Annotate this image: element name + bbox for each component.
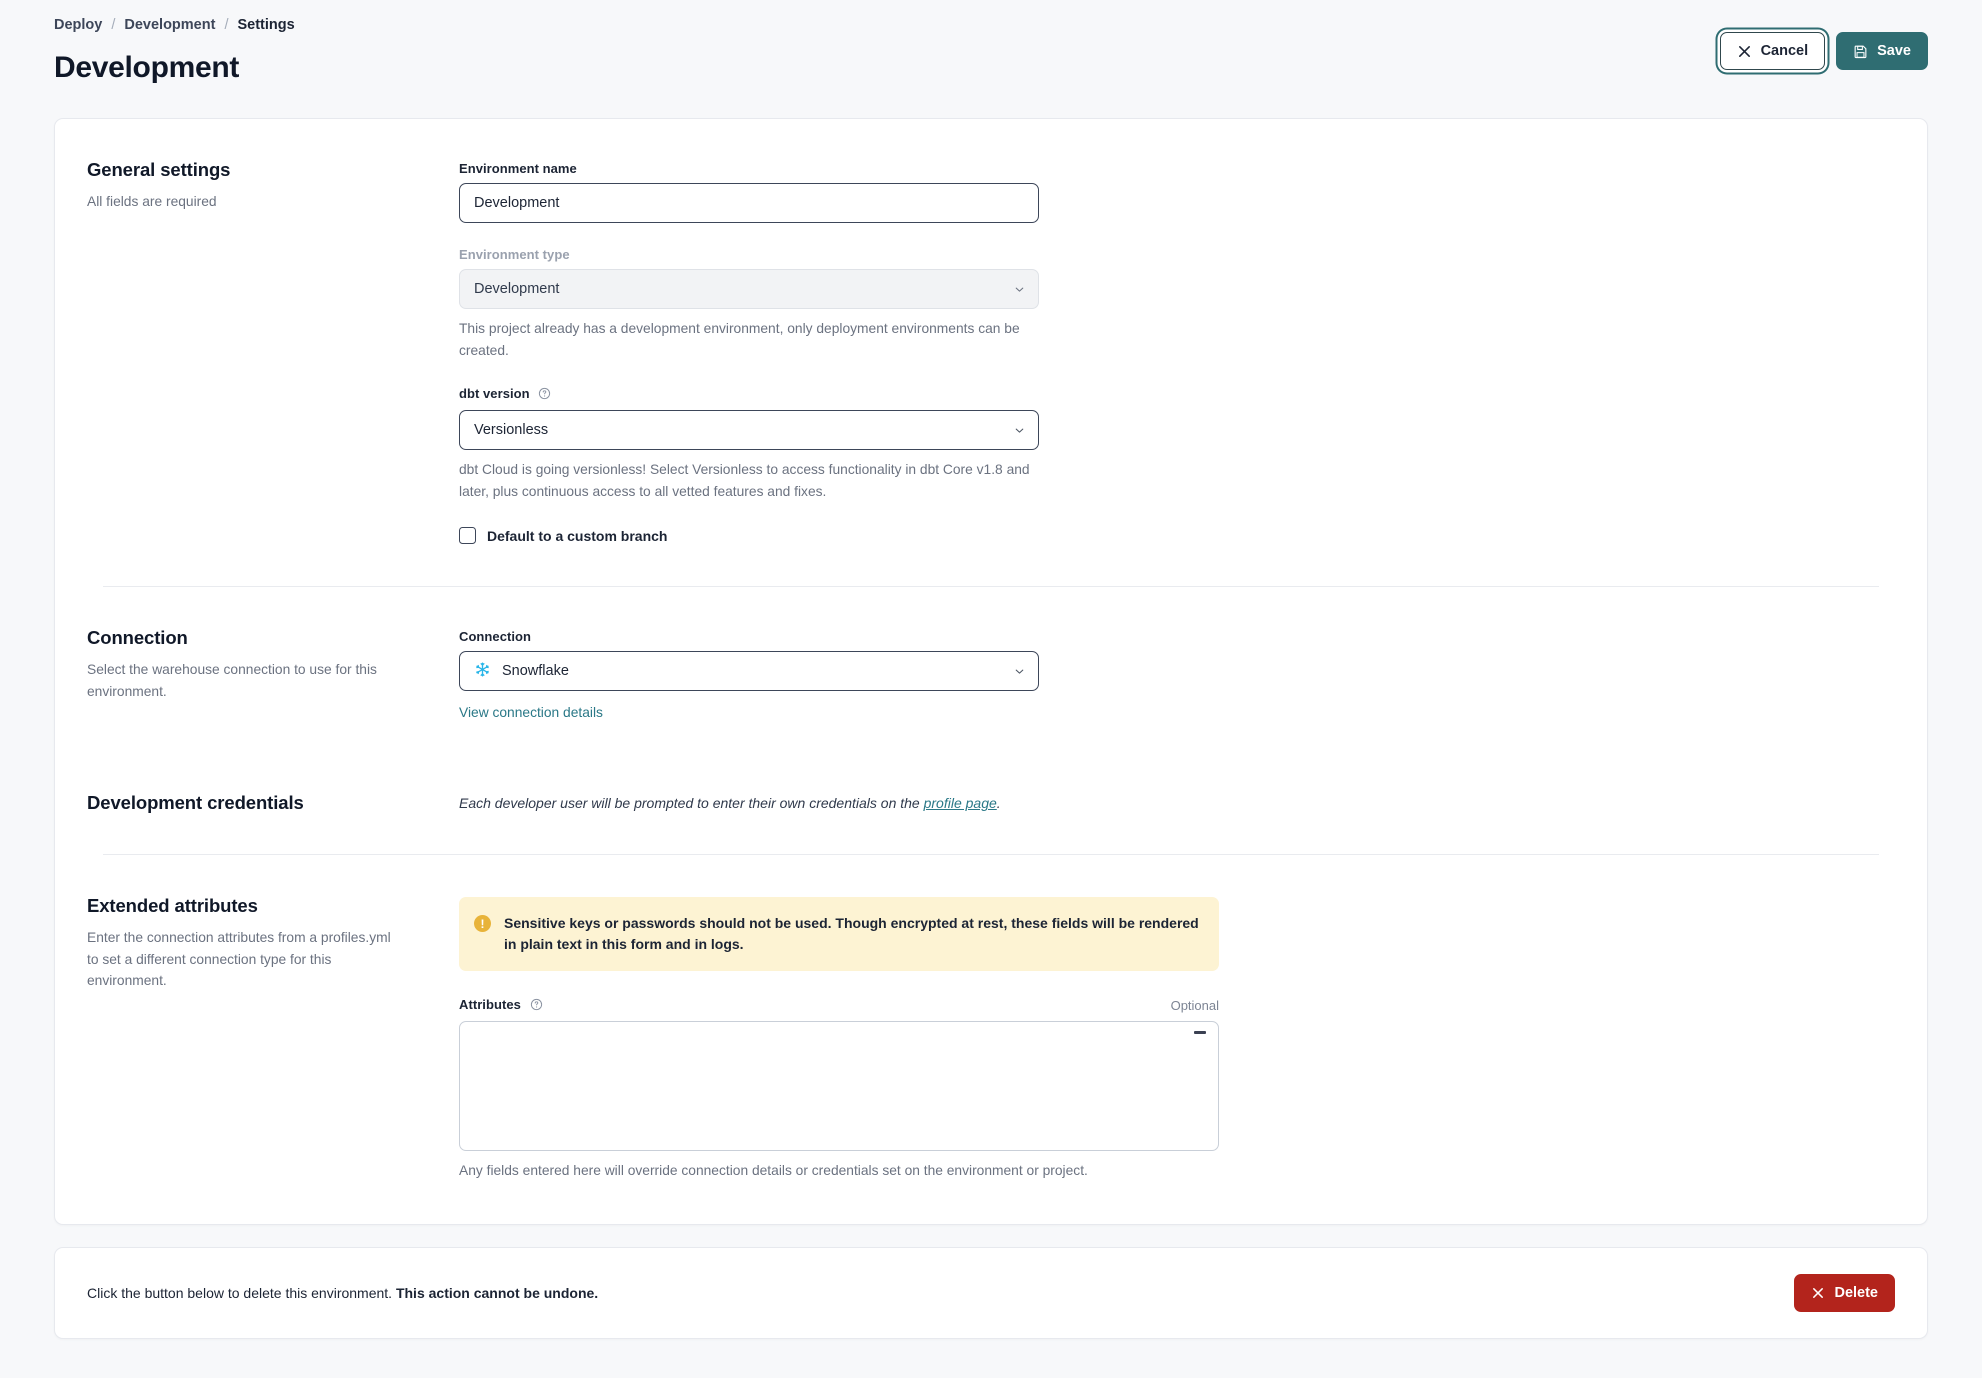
breadcrumb-separator: / <box>224 17 229 33</box>
close-icon <box>1811 1286 1825 1300</box>
connection-value: Snowflake <box>502 663 569 680</box>
section-extended-attributes: Extended attributes Enter the connection… <box>87 855 1895 1224</box>
profile-page-link[interactable]: profile page <box>924 795 997 811</box>
dbt-version-label-text: dbt version <box>459 386 530 402</box>
dbt-version-label: dbt version <box>459 386 1895 403</box>
delete-environment-card: Click the button below to delete this en… <box>54 1247 1928 1340</box>
attributes-optional-tag: Optional <box>1170 998 1219 1014</box>
chevron-down-icon <box>1013 424 1026 437</box>
environment-type-hint: This project already has a development e… <box>459 321 1020 359</box>
connection-subtitle: Select the warehouse connection to use f… <box>87 662 377 699</box>
attributes-label-row: Attributes Optional <box>459 997 1219 1014</box>
connection-field: Connection Snowflake View connection det… <box>459 629 1895 724</box>
environment-type-field: Environment type Development This projec… <box>459 247 1895 362</box>
environment-type-value: Development <box>474 281 560 297</box>
section-general-fields: Environment name Development Environment… <box>459 159 1895 546</box>
help-circle-icon[interactable] <box>538 387 551 403</box>
connection-title: Connection <box>87 627 188 649</box>
custom-branch-row[interactable]: Default to a custom branch <box>459 527 1895 546</box>
cancel-button[interactable]: Cancel <box>1719 32 1826 70</box>
dbt-version-field: dbt version Versionless dbt Cloud is goi… <box>459 386 1895 503</box>
section-extended-body: ! Sensitive keys or passwords should not… <box>459 895 1895 1182</box>
environment-name-label: Environment name <box>459 161 577 176</box>
connection-label: Connection <box>459 629 531 645</box>
environment-name-field: Environment name Development <box>459 161 1895 223</box>
breadcrumb-item-settings: Settings <box>237 17 295 33</box>
save-button-label: Save <box>1877 43 1911 59</box>
credentials-note-after: . <box>996 795 1001 812</box>
breadcrumb-separator: / <box>111 17 116 33</box>
dbt-version-hint: dbt Cloud is going versionless! Select V… <box>459 462 1030 500</box>
attributes-hint: Any fields entered here will override co… <box>459 1163 1088 1179</box>
delete-text-before: Click the button below to delete this en… <box>87 1285 396 1302</box>
breadcrumb-item-deploy[interactable]: Deploy <box>54 18 102 33</box>
warning-icon: ! <box>474 915 491 933</box>
custom-branch-label[interactable]: Default to a custom branch <box>487 528 667 544</box>
credentials-note: Each developer user will be prompted to … <box>459 794 1895 811</box>
view-connection-details-link[interactable]: View connection details <box>459 705 603 720</box>
section-development-credentials: Development credentials Each developer u… <box>87 748 1895 814</box>
section-credentials-heading: Development credentials <box>87 792 459 814</box>
section-general-heading: General settings All fields are required <box>87 159 459 546</box>
snowflake-icon <box>474 661 491 682</box>
save-button[interactable]: Save <box>1836 32 1928 70</box>
settings-card: General settings All fields are required… <box>54 118 1928 1226</box>
chevron-down-icon <box>1013 283 1026 296</box>
development-credentials-title: Development credentials <box>87 792 304 814</box>
delete-environment-text: Click the button below to delete this en… <box>87 1285 598 1301</box>
extended-attributes-title: Extended attributes <box>87 895 258 917</box>
breadcrumb-item-development[interactable]: Development <box>124 18 215 33</box>
page-title: Development <box>54 50 240 84</box>
attributes-label: Attributes <box>459 997 543 1014</box>
section-connection: Connection Select the warehouse connecti… <box>87 587 1895 748</box>
section-extended-heading: Extended attributes Enter the connection… <box>87 895 459 1182</box>
attributes-label-text: Attributes <box>459 997 521 1013</box>
environment-type-select: Development <box>459 269 1039 309</box>
warning-text: Sensitive keys or passwords should not b… <box>504 915 1199 953</box>
section-connection-fields: Connection Snowflake View connection det… <box>459 627 1895 748</box>
header-actions: Cancel Save <box>1719 32 1928 70</box>
environment-type-label: Environment type <box>459 247 570 262</box>
dbt-version-value: Versionless <box>474 422 549 439</box>
section-general-settings: General settings All fields are required… <box>87 119 1895 546</box>
sensitive-keys-warning: ! Sensitive keys or passwords should not… <box>459 897 1219 972</box>
chevron-down-icon <box>1013 665 1026 678</box>
general-settings-title: General settings <box>87 159 231 180</box>
section-credentials-body: Each developer user will be prompted to … <box>459 792 1895 814</box>
general-settings-subtitle: All fields are required <box>87 194 217 209</box>
floppy-disk-icon <box>1853 44 1868 59</box>
page-header: Deploy / Development / Settings Developm… <box>0 0 1982 108</box>
credentials-note-before: Each developer user will be prompted to … <box>459 795 924 812</box>
connection-select[interactable]: Snowflake <box>459 651 1039 692</box>
attributes-textarea[interactable] <box>459 1021 1219 1152</box>
delete-button[interactable]: Delete <box>1794 1274 1895 1313</box>
breadcrumb: Deploy / Development / Settings <box>54 10 1928 33</box>
cancel-button-label: Cancel <box>1760 43 1809 59</box>
section-connection-heading: Connection Select the warehouse connecti… <box>87 627 459 748</box>
environment-name-input[interactable]: Development <box>459 183 1039 223</box>
delete-text-warning: This action cannot be undone. <box>395 1285 599 1302</box>
delete-button-label: Delete <box>1834 1285 1878 1302</box>
environment-name-value: Development <box>474 195 560 211</box>
help-circle-icon[interactable] <box>530 998 543 1014</box>
close-icon <box>1737 44 1752 59</box>
editor-fold-icon[interactable] <box>1194 1031 1206 1034</box>
extended-attributes-subtitle: Enter the connection attributes from a p… <box>87 930 391 989</box>
custom-branch-checkbox[interactable] <box>459 527 476 545</box>
dbt-version-select[interactable]: Versionless <box>459 410 1039 451</box>
